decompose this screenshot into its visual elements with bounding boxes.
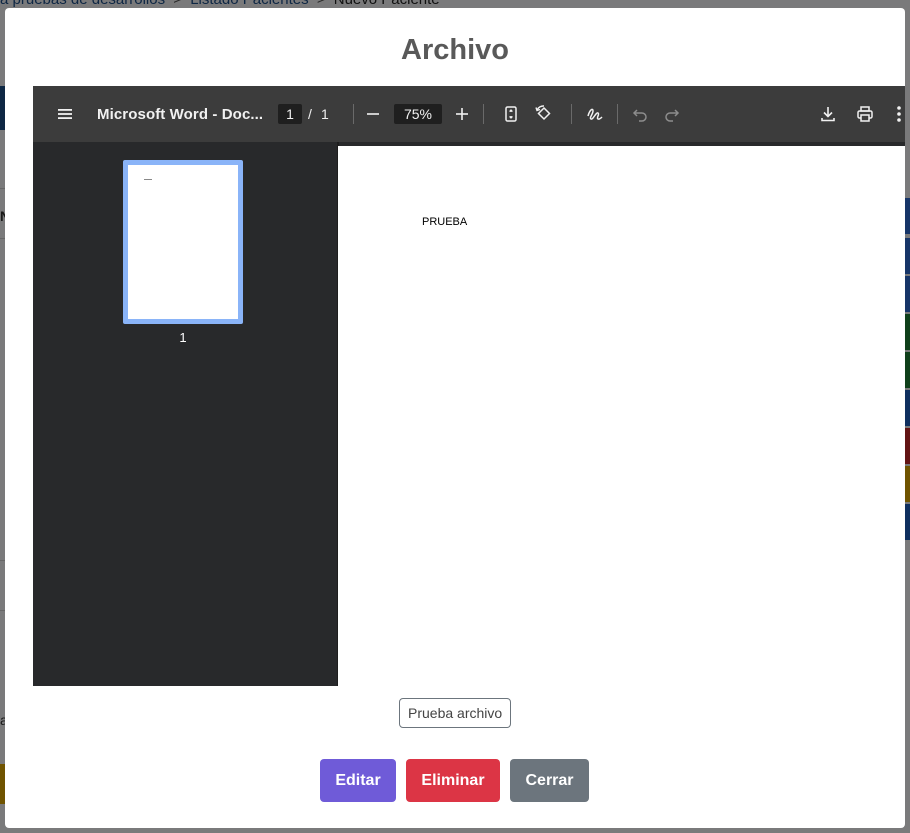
pdf-toolbar: Microsoft Word - Doc... 1 / 1 75%: [33, 86, 905, 142]
document-title: Microsoft Word - Doc...: [97, 105, 264, 123]
thumbnail-sidebar: 1: [33, 142, 333, 686]
fit-page-icon: [502, 105, 520, 123]
close-button[interactable]: Cerrar: [510, 759, 589, 802]
zoom-out-button[interactable]: [364, 86, 382, 142]
annotate-button[interactable]: [585, 86, 605, 142]
toolbar-divider: [483, 104, 484, 124]
document-view[interactable]: PRUEBA: [333, 142, 905, 686]
hamburger-menu-icon[interactable]: [55, 86, 75, 142]
minus-icon: [364, 105, 382, 123]
delete-button[interactable]: Eliminar: [406, 759, 500, 802]
page-content-text: PRUEBA: [422, 216, 468, 228]
total-pages: 1: [321, 106, 329, 122]
file-modal: Archivo Microsoft Word - Doc... 1 / 1 75…: [5, 8, 905, 828]
more-vert-icon: [895, 104, 903, 124]
pdf-page: PRUEBA: [338, 146, 905, 686]
thumbnail-label: 1: [179, 330, 187, 345]
file-caption: Prueba archivo: [399, 698, 512, 728]
modal-title: Archivo: [401, 34, 509, 66]
plus-icon: [453, 105, 471, 123]
undo-icon: [631, 105, 649, 123]
pdf-viewer: Microsoft Word - Doc... 1 / 1 75% 1 PRUE…: [33, 86, 905, 686]
page-number-input[interactable]: 1: [278, 104, 302, 124]
undo-button[interactable]: [631, 86, 649, 142]
fit-page-button[interactable]: [502, 86, 520, 142]
toolbar-divider: [353, 104, 354, 124]
print-button[interactable]: [855, 86, 875, 142]
download-icon: [819, 105, 837, 123]
rotate-button[interactable]: [534, 86, 554, 142]
redo-icon: [663, 105, 681, 123]
page-separator: /: [308, 106, 312, 122]
toolbar-divider: [617, 104, 618, 124]
edit-button[interactable]: Editar: [320, 759, 396, 802]
zoom-level-input[interactable]: 75%: [394, 104, 442, 124]
download-button[interactable]: [819, 86, 837, 142]
more-options-button[interactable]: [895, 86, 903, 142]
annotate-icon: [585, 104, 605, 124]
redo-button[interactable]: [663, 86, 681, 142]
page-thumbnail[interactable]: [123, 160, 243, 324]
thumbnail-text-mark: [144, 179, 152, 180]
toolbar-divider: [571, 104, 572, 124]
thumbnail-page: [128, 165, 238, 319]
rotate-icon: [534, 104, 554, 124]
print-icon: [855, 104, 875, 124]
zoom-in-button[interactable]: [453, 86, 471, 142]
